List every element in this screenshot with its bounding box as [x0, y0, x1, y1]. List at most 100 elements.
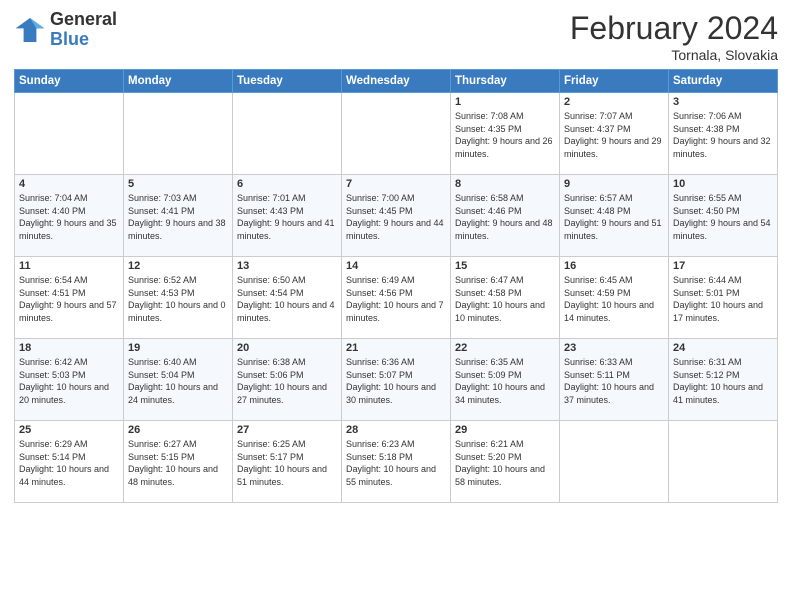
day-number: 1: [455, 96, 555, 108]
col-tuesday: Tuesday: [233, 70, 342, 93]
day-info: Sunrise: 6:50 AM Sunset: 4:54 PM Dayligh…: [237, 274, 337, 324]
header: General Blue February 2024 Tornala, Slov…: [14, 10, 778, 63]
day-number: 15: [455, 260, 555, 272]
month-title: February 2024: [570, 10, 778, 47]
calendar-body: 1 Sunrise: 7:08 AM Sunset: 4:35 PM Daylig…: [15, 93, 778, 503]
calendar-cell: [15, 93, 124, 175]
calendar-week-3: 11 Sunrise: 6:54 AM Sunset: 4:51 PM Dayli…: [15, 257, 778, 339]
day-number: 14: [346, 260, 446, 272]
logo-text: General Blue: [50, 10, 117, 50]
day-info: Sunrise: 7:08 AM Sunset: 4:35 PM Dayligh…: [455, 110, 555, 160]
day-info: Sunrise: 7:07 AM Sunset: 4:37 PM Dayligh…: [564, 110, 664, 160]
day-number: 4: [19, 178, 119, 190]
day-number: 11: [19, 260, 119, 272]
calendar-cell: 4 Sunrise: 7:04 AM Sunset: 4:40 PM Daylig…: [15, 175, 124, 257]
calendar-cell: [124, 93, 233, 175]
day-number: 18: [19, 342, 119, 354]
day-number: 5: [128, 178, 228, 190]
page: General Blue February 2024 Tornala, Slov…: [0, 0, 792, 612]
day-info: Sunrise: 6:58 AM Sunset: 4:46 PM Dayligh…: [455, 192, 555, 242]
calendar-cell: 6Sunrise: 7:01 AM Sunset: 4:43 PM Daylig…: [233, 175, 342, 257]
location: Tornala, Slovakia: [570, 47, 778, 63]
day-number: 13: [237, 260, 337, 272]
day-info: Sunrise: 6:29 AM Sunset: 5:14 PM Dayligh…: [19, 438, 119, 488]
calendar-cell: 2 Sunrise: 7:07 AM Sunset: 4:37 PM Daylig…: [560, 93, 669, 175]
col-friday: Friday: [560, 70, 669, 93]
calendar-table: Sunday Monday Tuesday Wednesday Thursday…: [14, 69, 778, 503]
calendar-header: Sunday Monday Tuesday Wednesday Thursday…: [15, 70, 778, 93]
day-info: Sunrise: 6:33 AM Sunset: 5:11 PM Dayligh…: [564, 356, 664, 406]
logo-general-text: General: [50, 10, 117, 30]
calendar-cell: 5Sunrise: 7:03 AM Sunset: 4:41 PM Daylig…: [124, 175, 233, 257]
day-number: 28: [346, 424, 446, 436]
calendar-cell: [342, 93, 451, 175]
calendar-cell: [560, 421, 669, 503]
calendar-cell: 18 Sunrise: 6:42 AM Sunset: 5:03 PM Dayli…: [15, 339, 124, 421]
calendar-cell: 21 Sunrise: 6:36 AM Sunset: 5:07 PM Dayli…: [342, 339, 451, 421]
day-info: Sunrise: 6:21 AM Sunset: 5:20 PM Dayligh…: [455, 438, 555, 488]
day-info: Sunrise: 6:23 AM Sunset: 5:18 PM Dayligh…: [346, 438, 446, 488]
title-block: February 2024 Tornala, Slovakia: [570, 10, 778, 63]
calendar-cell: 15 Sunrise: 6:47 AM Sunset: 4:58 PM Dayli…: [451, 257, 560, 339]
calendar-week-4: 18 Sunrise: 6:42 AM Sunset: 5:03 PM Dayli…: [15, 339, 778, 421]
day-info: Sunrise: 6:27 AM Sunset: 5:15 PM Dayligh…: [128, 438, 228, 488]
day-number: 10: [673, 178, 773, 190]
calendar-cell: 26Sunrise: 6:27 AM Sunset: 5:15 PM Dayli…: [124, 421, 233, 503]
logo: General Blue: [14, 10, 117, 50]
header-row: Sunday Monday Tuesday Wednesday Thursday…: [15, 70, 778, 93]
calendar-cell: 8 Sunrise: 6:58 AM Sunset: 4:46 PM Daylig…: [451, 175, 560, 257]
day-number: 23: [564, 342, 664, 354]
day-number: 8: [455, 178, 555, 190]
col-wednesday: Wednesday: [342, 70, 451, 93]
col-sunday: Sunday: [15, 70, 124, 93]
day-info: Sunrise: 6:35 AM Sunset: 5:09 PM Dayligh…: [455, 356, 555, 406]
col-thursday: Thursday: [451, 70, 560, 93]
day-info: Sunrise: 6:25 AM Sunset: 5:17 PM Dayligh…: [237, 438, 337, 488]
calendar-cell: 23 Sunrise: 6:33 AM Sunset: 5:11 PM Dayli…: [560, 339, 669, 421]
day-number: 20: [237, 342, 337, 354]
calendar-cell: 14 Sunrise: 6:49 AM Sunset: 4:56 PM Dayli…: [342, 257, 451, 339]
day-info: Sunrise: 6:45 AM Sunset: 4:59 PM Dayligh…: [564, 274, 664, 324]
day-info: Sunrise: 7:04 AM Sunset: 4:40 PM Dayligh…: [19, 192, 119, 242]
day-number: 9: [564, 178, 664, 190]
day-info: Sunrise: 7:01 AM Sunset: 4:43 PM Dayligh…: [237, 192, 337, 242]
day-number: 29: [455, 424, 555, 436]
calendar-cell: 1 Sunrise: 7:08 AM Sunset: 4:35 PM Daylig…: [451, 93, 560, 175]
calendar-cell: 12 Sunrise: 6:52 AM Sunset: 4:53 PM Dayli…: [124, 257, 233, 339]
day-info: Sunrise: 6:52 AM Sunset: 4:53 PM Dayligh…: [128, 274, 228, 324]
day-info: Sunrise: 6:55 AM Sunset: 4:50 PM Dayligh…: [673, 192, 773, 242]
calendar-cell: 28 Sunrise: 6:23 AM Sunset: 5:18 PM Dayli…: [342, 421, 451, 503]
calendar-cell: [233, 93, 342, 175]
day-number: 21: [346, 342, 446, 354]
calendar-cell: 29 Sunrise: 6:21 AM Sunset: 5:20 PM Dayli…: [451, 421, 560, 503]
calendar-cell: 22 Sunrise: 6:35 AM Sunset: 5:09 PM Dayli…: [451, 339, 560, 421]
calendar-cell: 10 Sunrise: 6:55 AM Sunset: 4:50 PM Dayli…: [669, 175, 778, 257]
day-info: Sunrise: 6:42 AM Sunset: 5:03 PM Dayligh…: [19, 356, 119, 406]
col-saturday: Saturday: [669, 70, 778, 93]
day-number: 17: [673, 260, 773, 272]
day-info: Sunrise: 6:49 AM Sunset: 4:56 PM Dayligh…: [346, 274, 446, 324]
day-number: 16: [564, 260, 664, 272]
col-monday: Monday: [124, 70, 233, 93]
day-info: Sunrise: 6:44 AM Sunset: 5:01 PM Dayligh…: [673, 274, 773, 324]
calendar-week-1: 1 Sunrise: 7:08 AM Sunset: 4:35 PM Daylig…: [15, 93, 778, 175]
day-info: Sunrise: 7:00 AM Sunset: 4:45 PM Dayligh…: [346, 192, 446, 242]
day-number: 27: [237, 424, 337, 436]
logo-bird-icon: [14, 14, 46, 46]
calendar-cell: 16 Sunrise: 6:45 AM Sunset: 4:59 PM Dayli…: [560, 257, 669, 339]
day-number: 2: [564, 96, 664, 108]
calendar-week-2: 4 Sunrise: 7:04 AM Sunset: 4:40 PM Daylig…: [15, 175, 778, 257]
day-number: 22: [455, 342, 555, 354]
day-number: 12: [128, 260, 228, 272]
calendar-cell: 17 Sunrise: 6:44 AM Sunset: 5:01 PM Dayli…: [669, 257, 778, 339]
calendar-cell: 13 Sunrise: 6:50 AM Sunset: 4:54 PM Dayli…: [233, 257, 342, 339]
day-info: Sunrise: 6:40 AM Sunset: 5:04 PM Dayligh…: [128, 356, 228, 406]
logo-blue-text: Blue: [50, 30, 117, 50]
day-info: Sunrise: 6:36 AM Sunset: 5:07 PM Dayligh…: [346, 356, 446, 406]
calendar-cell: 9Sunrise: 6:57 AM Sunset: 4:48 PM Daylig…: [560, 175, 669, 257]
day-info: Sunrise: 6:47 AM Sunset: 4:58 PM Dayligh…: [455, 274, 555, 324]
day-info: Sunrise: 6:38 AM Sunset: 5:06 PM Dayligh…: [237, 356, 337, 406]
day-info: Sunrise: 7:06 AM Sunset: 4:38 PM Dayligh…: [673, 110, 773, 160]
day-info: Sunrise: 6:54 AM Sunset: 4:51 PM Dayligh…: [19, 274, 119, 324]
day-number: 19: [128, 342, 228, 354]
